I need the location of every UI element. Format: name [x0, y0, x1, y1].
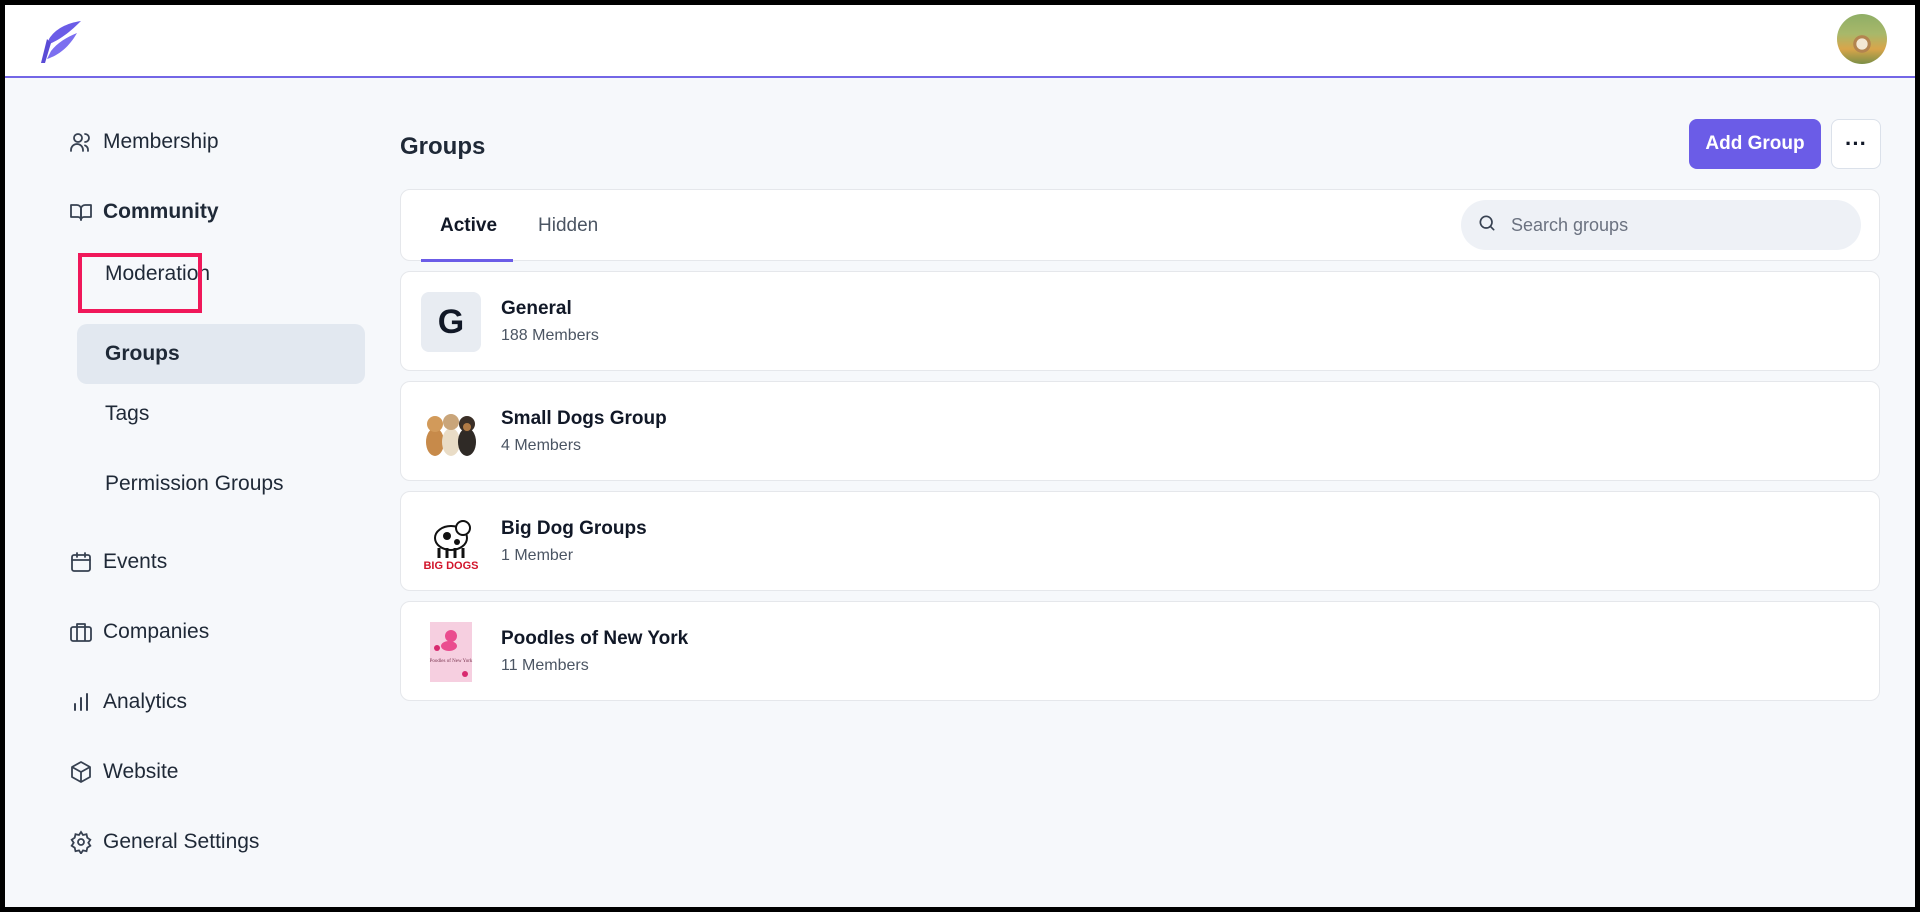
sidebar-item-companies[interactable]: Companies [69, 608, 209, 656]
top-bar [5, 5, 1915, 78]
group-name: Small Dogs Group [501, 408, 667, 429]
app-window: Membership Community Moderation Groups T… [5, 5, 1915, 907]
group-item-big-dog[interactable]: BIG DOGS Big Dog Groups 1 Member [400, 491, 1880, 591]
sidebar-item-label: Membership [103, 130, 219, 153]
sidebar-item-analytics[interactable]: Analytics [69, 678, 187, 726]
group-image-poodles-poster: Poodles of New York [421, 622, 481, 682]
tabs-bar: Active Hidden [400, 189, 1880, 262]
sidebar-item-tags[interactable]: Tags [77, 384, 365, 444]
sidebar-item-label: Groups [105, 342, 180, 365]
group-item-poodles[interactable]: Poodles of New York Poodles of New York … [400, 601, 1880, 701]
search-icon [1477, 213, 1497, 238]
tab-active[interactable]: Active [440, 190, 497, 262]
book-open-icon [69, 200, 93, 224]
group-name: Big Dog Groups [501, 518, 647, 539]
group-image-puppies [421, 402, 481, 462]
group-item-general[interactable]: G General 188 Members [400, 271, 1880, 371]
sidebar-item-moderation[interactable]: Moderation [77, 244, 365, 304]
sidebar-item-label: Analytics [103, 690, 188, 713]
add-group-button[interactable]: Add Group [1689, 119, 1821, 169]
group-member-count: 11 Members [501, 657, 589, 674]
sidebar-item-website[interactable]: Website [69, 748, 178, 796]
search-input[interactable] [1511, 214, 1831, 236]
user-avatar[interactable] [1837, 14, 1887, 64]
gear-icon [69, 830, 93, 854]
sidebar-item-label: Website [103, 760, 179, 783]
sidebar-item-community[interactable]: Community [69, 188, 219, 236]
sidebar-item-groups[interactable]: Groups [77, 324, 365, 384]
group-item-small-dogs[interactable]: Small Dogs Group 4 Members [400, 381, 1880, 481]
sidebar-item-permission-groups[interactable]: Permission Groups [77, 454, 365, 514]
big-dogs-logo-text: BIG DOGS [423, 560, 478, 572]
sidebar-item-membership[interactable]: Membership [69, 118, 219, 166]
sidebar-item-general-settings[interactable]: General Settings [69, 818, 259, 866]
sidebar-item-label: General Settings [103, 830, 260, 853]
app-logo-icon[interactable] [37, 19, 85, 65]
sidebar-item-events[interactable]: Events [69, 538, 167, 586]
sidebar-item-label: Moderation [105, 262, 211, 285]
calendar-icon [69, 550, 93, 574]
sidebar-item-label: Tags [105, 402, 150, 425]
sidebar-item-label: Community [103, 200, 219, 223]
page-title: Groups [400, 133, 486, 160]
sidebar: Membership Community Moderation Groups T… [5, 78, 365, 907]
more-dots-icon: ··· [1845, 131, 1867, 156]
group-image-big-dogs-logo: BIG DOGS [421, 512, 481, 572]
more-options-button[interactable]: ··· [1831, 119, 1881, 169]
group-name: Poodles of New York [501, 628, 689, 649]
group-member-count: 188 Members [501, 327, 599, 344]
sidebar-item-label: Companies [103, 620, 210, 643]
group-member-count: 4 Members [501, 437, 582, 454]
poodles-poster-text: Poodles of New York [430, 659, 473, 664]
tab-hidden[interactable]: Hidden [538, 190, 598, 262]
sidebar-item-label: Permission Groups [105, 472, 284, 495]
briefcase-icon [69, 620, 93, 644]
active-tab-indicator [421, 259, 513, 262]
group-avatar: G [421, 292, 481, 352]
group-name: General [501, 298, 572, 319]
cube-icon [69, 760, 93, 784]
bar-chart-icon [69, 690, 93, 714]
group-member-count: 1 Member [501, 547, 574, 564]
sidebar-item-label: Events [103, 550, 168, 573]
search-box[interactable] [1461, 200, 1861, 250]
users-icon [69, 130, 93, 154]
